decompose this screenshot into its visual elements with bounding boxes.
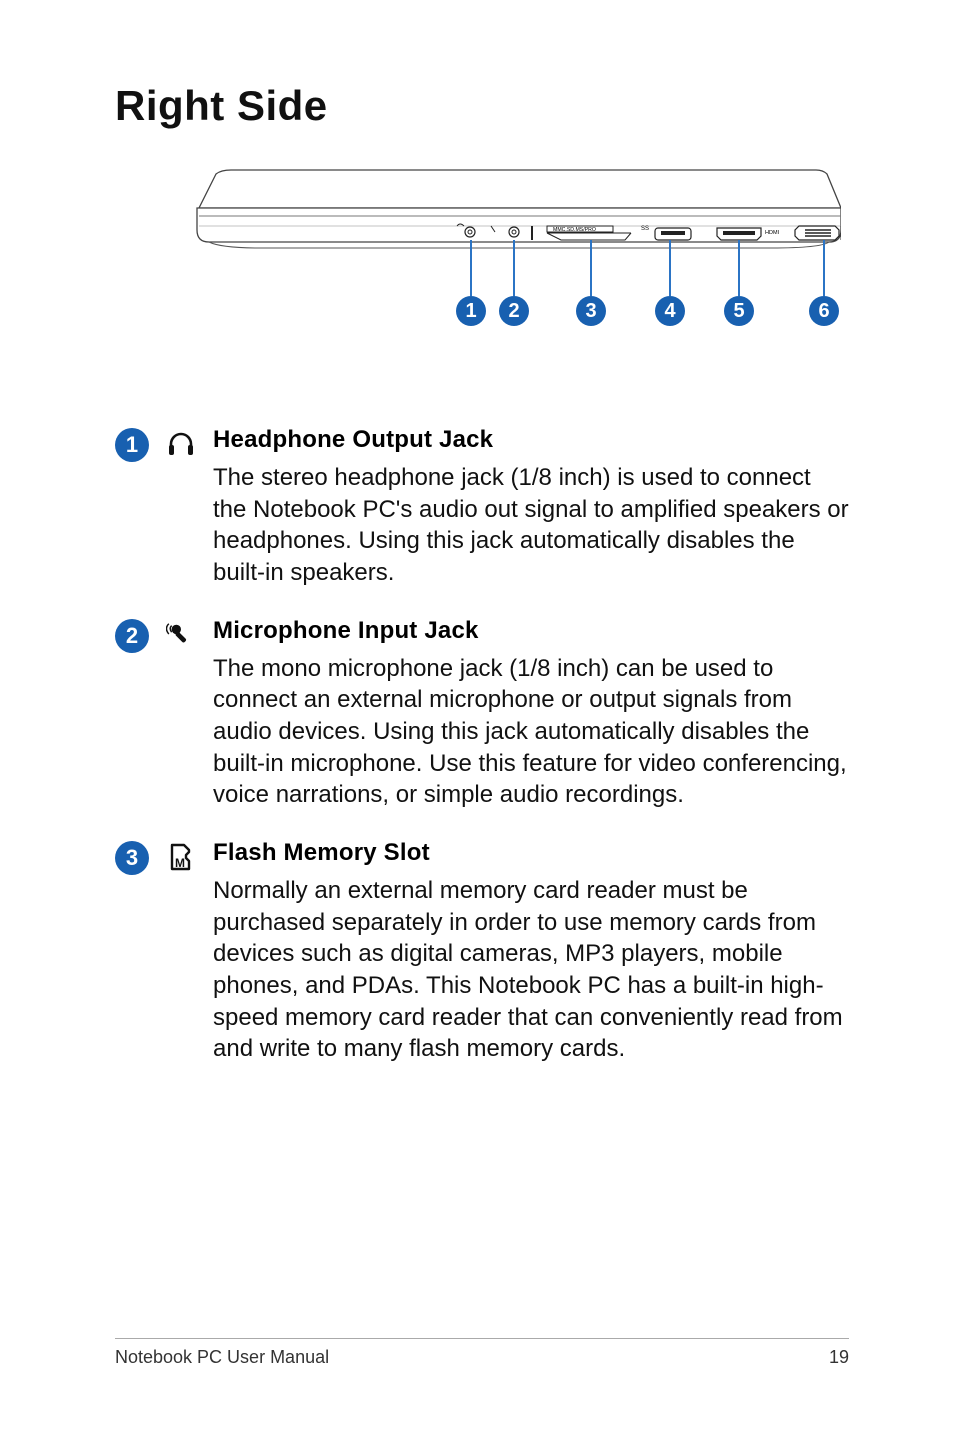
feature-number: 3: [115, 841, 149, 875]
page-number: 19: [829, 1347, 849, 1368]
flash-memory-icon: M: [163, 839, 199, 875]
feature-title: Headphone Output Jack: [213, 426, 849, 454]
callout-number: 1: [456, 296, 486, 326]
feature-description: Normally an external memory card reader …: [213, 875, 849, 1065]
diagram-callouts: 12 3 4 5 6: [121, 168, 841, 358]
callout-number: 5: [724, 296, 754, 326]
svg-text:M: M: [175, 856, 185, 870]
callout-leader-line: [669, 240, 671, 296]
feature-number: 2: [115, 619, 149, 653]
callout-number: 4: [655, 296, 685, 326]
callout-number: 3: [576, 296, 606, 326]
feature-title: Flash Memory Slot: [213, 839, 849, 867]
feature-item-3: 3 M Flash Memory Slot Normally an extern…: [115, 839, 849, 1065]
callout-leader-line: [470, 240, 472, 296]
callout-leader-line: [513, 240, 515, 296]
feature-title: Microphone Input Jack: [213, 617, 849, 645]
feature-item-1: 1 Headphone Output Jack The stereo headp…: [115, 426, 849, 589]
callout-leader-line: [738, 240, 740, 296]
page-footer: Notebook PC User Manual 19: [115, 1338, 849, 1368]
page-title: Right Side: [115, 82, 849, 130]
document-page: Right Side MMC.S: [0, 0, 954, 1438]
callout-leader-line: [823, 240, 825, 296]
feature-description: The stereo headphone jack (1/8 inch) is …: [213, 462, 849, 589]
callout-number: 2: [499, 296, 529, 326]
feature-number: 1: [115, 428, 149, 462]
feature-description: The mono microphone jack (1/8 inch) can …: [213, 653, 849, 811]
headphone-icon: [163, 426, 199, 462]
feature-list: 1 Headphone Output Jack The stereo headp…: [115, 426, 849, 1065]
feature-item-2: 2 Microphone Input Jack The mono microph…: [115, 617, 849, 811]
laptop-side-diagram: MMC.SD.MS/PRO SS HDMI 123456: [121, 168, 841, 358]
footer-text: Notebook PC User Manual: [115, 1347, 329, 1368]
callout-number: 6: [809, 296, 839, 326]
callout-leader-line: [590, 240, 592, 296]
microphone-icon: [163, 617, 199, 653]
